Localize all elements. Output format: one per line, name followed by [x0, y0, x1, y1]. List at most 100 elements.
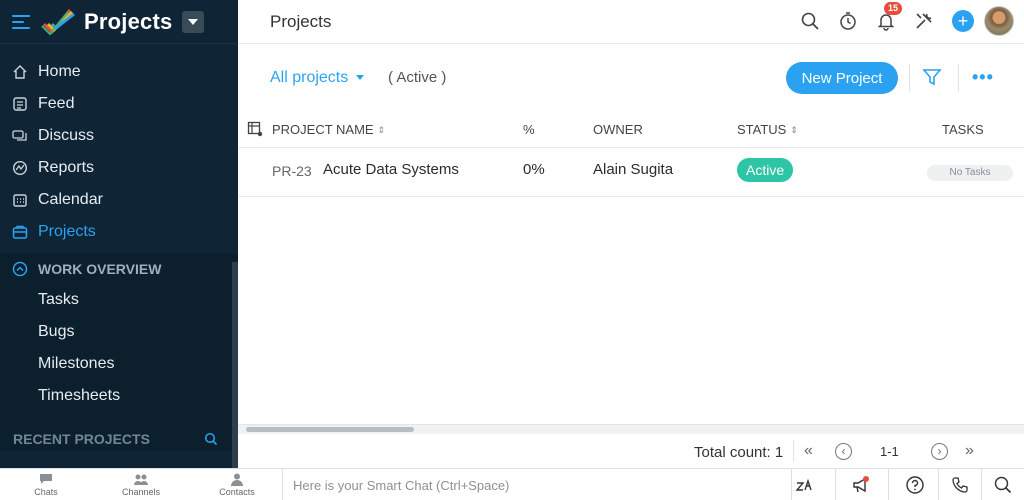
tab-label: Chats	[34, 487, 58, 497]
search-icon[interactable]	[800, 11, 820, 31]
plus-icon: +	[957, 11, 969, 31]
tab-label: Contacts	[219, 487, 255, 497]
app-switcher-dropdown[interactable]	[182, 10, 205, 33]
app-logo	[41, 8, 75, 35]
chat-bubble-icon	[40, 474, 52, 484]
more-options-icon[interactable]: •••	[972, 68, 994, 86]
divider	[793, 440, 794, 462]
scrollbar-thumb[interactable]	[246, 427, 414, 432]
column-header-label: STATUS	[737, 122, 787, 137]
work-overview-label: WORK OVERVIEW	[38, 261, 162, 277]
timer-icon[interactable]	[838, 11, 858, 31]
quick-add-button[interactable]: +	[952, 10, 974, 32]
recent-projects-label: RECENT PROJECTS	[13, 431, 150, 447]
sidebar-item-reports[interactable]: Reports	[0, 152, 238, 184]
status-badge[interactable]: Active	[737, 158, 794, 182]
search-icon[interactable]	[204, 432, 218, 446]
pagination-footer: Total count: 1 « ‹ 1-1 › »	[238, 434, 1024, 468]
last-page-icon[interactable]: »	[965, 442, 974, 460]
project-percent: 0%	[523, 161, 545, 178]
zia-icon[interactable]	[795, 475, 815, 495]
column-header-project-name[interactable]: PROJECT NAME ⇕	[272, 122, 385, 137]
tasks-progress: No Tasks	[927, 165, 1013, 181]
sidebar-header: Projects	[0, 0, 238, 44]
tab-contacts[interactable]: Contacts	[207, 472, 267, 497]
table-header: PROJECT NAME ⇕ % OWNER STATUS ⇕ TASKS	[238, 112, 1024, 148]
home-icon	[13, 65, 27, 79]
menu-icon[interactable]	[12, 14, 30, 29]
new-project-button[interactable]: New Project	[786, 62, 898, 94]
notifications-button[interactable]: 15	[876, 2, 903, 31]
sidebar-item-label: Reports	[38, 159, 95, 176]
sidebar-item-calendar[interactable]: Calendar	[0, 184, 238, 216]
sidebar-item-label: Feed	[38, 95, 75, 112]
project-view-dropdown[interactable]: All projects	[270, 69, 364, 87]
divider	[835, 469, 836, 500]
column-settings-icon[interactable]	[247, 121, 263, 137]
divider	[981, 469, 982, 500]
sidebar-item-discuss[interactable]: Discuss	[0, 120, 238, 152]
column-header-status[interactable]: STATUS ⇕	[737, 122, 798, 137]
total-count: Total count: 1	[694, 444, 784, 461]
sidebar-nav: Home Feed Discuss Reports Calendar Proje…	[0, 44, 238, 248]
filter-row: All projects ( Active ) New Project •••	[238, 45, 1024, 111]
column-header-percent[interactable]: %	[523, 122, 535, 137]
tab-chats[interactable]: Chats	[16, 472, 76, 497]
bottom-bar: Chats Channels Contacts Here is your Sma…	[0, 468, 1024, 500]
sort-icon: ⇕	[790, 125, 798, 136]
calendar-icon	[13, 194, 27, 207]
feed-icon	[13, 97, 27, 111]
chevron-up-icon	[12, 261, 28, 277]
app-title: Projects	[84, 8, 173, 34]
status-filter-label[interactable]: ( Active )	[388, 69, 446, 86]
sidebar-item-feed[interactable]: Feed	[0, 88, 238, 120]
sidebar-item-label: Projects	[38, 223, 96, 240]
filter-icon[interactable]	[922, 67, 942, 87]
page-title: Projects	[270, 11, 332, 31]
column-header-owner[interactable]: OWNER	[593, 122, 643, 137]
phone-icon[interactable]	[950, 475, 970, 495]
sidebar-item-projects[interactable]: Projects	[0, 216, 238, 248]
smart-chat-input[interactable]: Here is your Smart Chat (Ctrl+Space)	[282, 469, 792, 500]
next-page-icon[interactable]: ›	[931, 443, 948, 460]
sidebar-item-bugs[interactable]: Bugs	[0, 316, 238, 348]
sidebar-item-timesheets[interactable]: Timesheets	[0, 380, 238, 412]
work-overview-header[interactable]: WORK OVERVIEW	[0, 254, 238, 284]
column-header-tasks[interactable]: TASKS	[942, 122, 984, 137]
project-name-link[interactable]: Acute Data Systems	[323, 161, 459, 178]
help-icon[interactable]	[905, 475, 925, 495]
announcement-icon[interactable]	[851, 475, 871, 495]
divider	[909, 64, 910, 92]
search-icon[interactable]	[993, 475, 1013, 495]
sidebar-item-milestones[interactable]: Milestones	[0, 348, 238, 380]
divider	[888, 469, 889, 500]
horizontal-scrollbar[interactable]	[238, 424, 1024, 434]
tab-label: Channels	[121, 487, 161, 497]
group-icon	[134, 474, 148, 485]
sidebar-item-label: Discuss	[38, 127, 95, 144]
recent-projects-header: RECENT PROJECTS	[0, 424, 238, 454]
divider	[958, 64, 959, 92]
sort-icon: ⇕	[377, 125, 386, 136]
tools-icon[interactable]	[914, 11, 934, 31]
project-owner[interactable]: Alain Sugita	[593, 161, 673, 178]
project-id: PR-23	[272, 163, 312, 179]
column-header-label: PROJECT NAME	[272, 122, 374, 137]
tab-channels[interactable]: Channels	[111, 472, 171, 497]
sidebar-item-tasks[interactable]: Tasks	[0, 284, 238, 316]
prev-page-icon[interactable]: ‹	[835, 443, 852, 460]
avatar[interactable]	[984, 6, 1014, 36]
sidebar-item-label: Home	[38, 63, 81, 80]
table-row[interactable]: PR-23 Acute Data Systems 0% Alain Sugita…	[238, 149, 1024, 197]
page-range: 1-1	[880, 444, 899, 459]
work-overview-section: WORK OVERVIEW Tasks Bugs Milestones Time…	[0, 254, 238, 450]
top-actions: 15 +	[782, 2, 1014, 36]
sidebar-item-home[interactable]: Home	[0, 56, 238, 88]
sidebar: Projects Home Feed Discuss Reports Calen…	[0, 0, 238, 468]
first-page-icon[interactable]: «	[804, 442, 813, 460]
notification-badge: 15	[884, 2, 903, 15]
projects-icon	[12, 225, 28, 239]
divider	[938, 469, 939, 500]
contact-icon	[231, 473, 243, 486]
reports-icon	[12, 160, 28, 176]
